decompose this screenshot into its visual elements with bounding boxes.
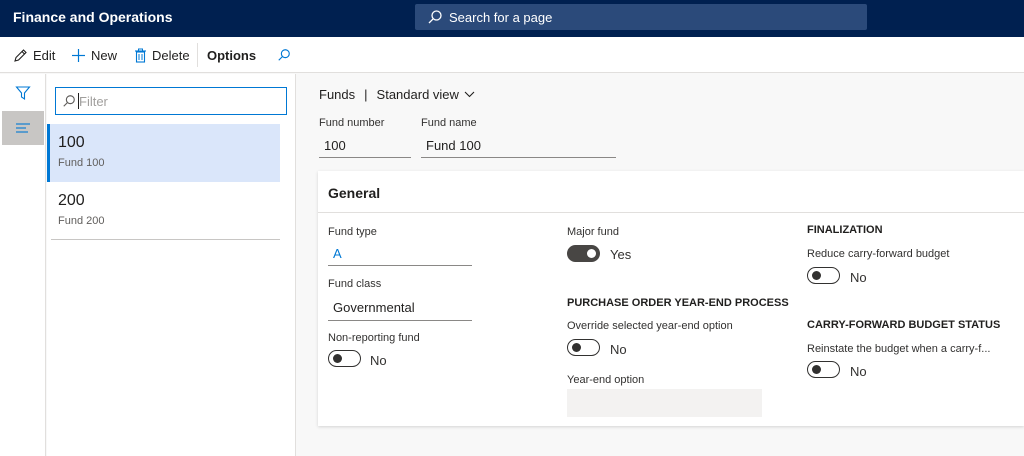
delete-label: Delete [152, 47, 190, 63]
major-fund-toggle[interactable] [567, 245, 600, 262]
fund-type-label: Fund type [328, 226, 377, 238]
list-item-number: 100 [58, 134, 85, 151]
non-reporting-fund-label: Non-reporting fund [328, 332, 420, 344]
action-separator [197, 43, 198, 67]
override-option-label: Override selected year-end option [567, 320, 733, 332]
toggle-knob [812, 271, 821, 280]
fund-name-underline [421, 157, 616, 158]
general-header[interactable]: General [318, 171, 1024, 213]
delete-button[interactable]: Delete [134, 37, 190, 73]
carry-forward-status-section-heading: CARRY-FORWARD BUDGET STATUS [807, 319, 1001, 331]
left-rail [0, 74, 46, 456]
reduce-carry-forward-toggle[interactable] [807, 267, 840, 284]
list-icon [16, 123, 30, 133]
non-reporting-fund-value: No [370, 353, 387, 368]
reduce-carry-forward-value: No [850, 270, 867, 285]
page-title: Funds [319, 87, 356, 102]
options-tab[interactable]: Options [207, 37, 256, 73]
filter-input[interactable]: Filter [55, 87, 287, 115]
fund-name-field[interactable]: Fund 100 [426, 138, 481, 153]
view-selector[interactable]: Standard view [377, 87, 459, 102]
fund-type-underline [328, 265, 472, 266]
fund-class-field[interactable]: Governmental [333, 300, 415, 315]
toggle-knob [572, 343, 581, 352]
list-item[interactable]: 200 Fund 200 [47, 182, 280, 240]
fund-number-label: Fund number [319, 117, 385, 129]
search-placeholder: Search for a page [449, 10, 553, 25]
general-fasttab: General Fund type A Fund class Governmen… [318, 171, 1024, 426]
general-title: General [328, 185, 381, 201]
edit-label: Edit [33, 47, 56, 63]
fund-class-underline [328, 320, 472, 321]
edit-button[interactable]: Edit [13, 37, 55, 73]
toggle-knob [587, 249, 596, 258]
reduce-carry-forward-label: Reduce carry-forward budget [807, 248, 950, 260]
app-title[interactable]: Finance and Operations [13, 9, 172, 25]
toggle-knob [333, 354, 342, 363]
search-icon [63, 95, 75, 107]
fund-class-label: Fund class [328, 278, 382, 290]
override-option-value: No [610, 342, 627, 357]
trash-icon [135, 48, 146, 63]
new-label: New [91, 47, 118, 63]
new-button[interactable]: New [71, 37, 117, 73]
list-view-button[interactable] [2, 111, 44, 145]
top-nav-bar: Finance and Operations Search for a page [0, 0, 1024, 37]
funnel-icon [15, 86, 31, 101]
record-list-pane: Filter 100 Fund 100 200 Fund 200 [47, 74, 296, 456]
major-fund-label: Major fund [567, 226, 619, 238]
non-reporting-fund-toggle[interactable] [328, 350, 361, 367]
chevron-down-icon[interactable] [464, 91, 475, 98]
search-page-box[interactable]: Search for a page [415, 4, 867, 30]
reinstate-budget-label: Reinstate the budget when a carry-f... [807, 343, 991, 355]
fund-number-field[interactable]: 100 [324, 138, 346, 153]
po-year-end-section-heading: PURCHASE ORDER YEAR-END PROCESS [567, 297, 789, 309]
major-fund-value: Yes [610, 247, 632, 262]
list-divider [51, 239, 280, 240]
filter-pane-button[interactable] [2, 76, 44, 110]
pencil-icon [14, 48, 27, 62]
action-search-button[interactable] [277, 37, 296, 73]
finalization-section-heading: FINALIZATION [807, 224, 883, 236]
search-icon [278, 49, 290, 61]
list-item-name: Fund 100 [58, 157, 105, 169]
search-icon [428, 10, 442, 24]
action-pane: Edit New Delete Options [0, 37, 1024, 73]
reinstate-budget-toggle[interactable] [807, 361, 840, 378]
breadcrumb: Funds | Standard view [319, 87, 475, 102]
list-item-name: Fund 200 [58, 215, 105, 227]
toggle-knob [812, 365, 821, 374]
year-end-option-label: Year-end option [567, 374, 645, 386]
filter-placeholder: Filter [79, 94, 108, 109]
override-option-toggle[interactable] [567, 339, 600, 356]
fund-type-field[interactable]: A [333, 246, 342, 261]
year-end-option-field [567, 389, 762, 417]
plus-icon [72, 48, 85, 62]
list-item[interactable]: 100 Fund 100 [47, 124, 280, 182]
reinstate-budget-value: No [850, 364, 867, 379]
fund-name-label: Fund name [421, 117, 477, 129]
list-item-number: 200 [58, 192, 85, 209]
breadcrumb-separator: | [364, 87, 368, 102]
fund-number-underline [319, 157, 411, 158]
